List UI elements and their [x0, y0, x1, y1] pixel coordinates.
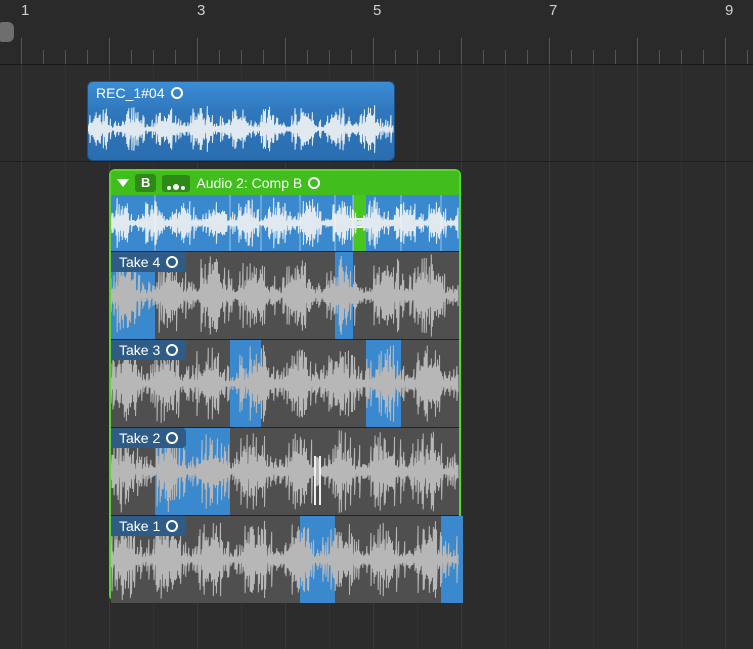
disclosure-triangle-icon[interactable]: [117, 179, 129, 187]
comp-slice-divider[interactable]: [334, 195, 336, 251]
take-label: Take 2: [119, 430, 160, 446]
take-label: Take 4: [119, 254, 160, 270]
loop-icon: [166, 344, 178, 356]
loop-icon: [308, 177, 320, 189]
arrange-area[interactable]: REC_1#04 B Audio 2: Comp B: [0, 65, 753, 649]
loop-icon: [166, 256, 178, 268]
take-lane[interactable]: Take 1: [111, 515, 459, 603]
take-folder-title: Audio 2: Comp B: [196, 175, 302, 191]
take-lane[interactable]: Take 2: [111, 427, 459, 515]
comp-slice-divider[interactable]: [260, 195, 262, 251]
ruler-bar-label: 1: [21, 2, 29, 19]
ruler-bar-label: 7: [549, 2, 557, 19]
comp-slice-divider[interactable]: [299, 195, 301, 251]
ruler-bar-label: 3: [197, 2, 205, 19]
take-folder[interactable]: B Audio 2: Comp B Take 4: [109, 169, 461, 601]
take-label-badge[interactable]: Take 3: [111, 340, 186, 360]
take-label: Take 1: [119, 518, 160, 534]
take-label-badge[interactable]: Take 1: [111, 516, 186, 536]
comp-slice-divider[interactable]: [352, 195, 354, 251]
comp-slice-divider[interactable]: [400, 195, 402, 251]
loop-icon: [166, 432, 178, 444]
waveform-icon: [88, 102, 394, 156]
comp-slice-divider[interactable]: [154, 195, 156, 251]
take-lane[interactable]: Take 4: [111, 251, 459, 339]
comp-track-row[interactable]: [111, 195, 459, 251]
comp-slice-divider[interactable]: [440, 195, 442, 251]
loop-icon: [171, 87, 183, 99]
comp-slice-divider[interactable]: [229, 195, 231, 251]
swipe-cursor-icon[interactable]: [313, 456, 323, 505]
take-label-badge[interactable]: Take 2: [111, 428, 186, 448]
quick-swipe-icon[interactable]: [162, 175, 190, 192]
waveform-icon: [111, 195, 459, 251]
take-folder-header[interactable]: B Audio 2: Comp B: [111, 171, 459, 195]
region-name-label: REC_1#04: [96, 85, 165, 101]
playhead-marker[interactable]: [0, 22, 14, 42]
comp-selector-button[interactable]: B: [135, 174, 156, 192]
take-label: Take 3: [119, 342, 160, 358]
take-lane[interactable]: Take 3: [111, 339, 459, 427]
timeline-ruler[interactable]: 1 3 5 7 9: [0, 0, 753, 65]
ruler-bar-label: 9: [725, 2, 733, 19]
take-label-badge[interactable]: Take 4: [111, 252, 186, 272]
loop-icon: [166, 520, 178, 532]
ruler-bar-label: 5: [373, 2, 381, 19]
audio-region-rec1[interactable]: REC_1#04: [87, 81, 395, 161]
